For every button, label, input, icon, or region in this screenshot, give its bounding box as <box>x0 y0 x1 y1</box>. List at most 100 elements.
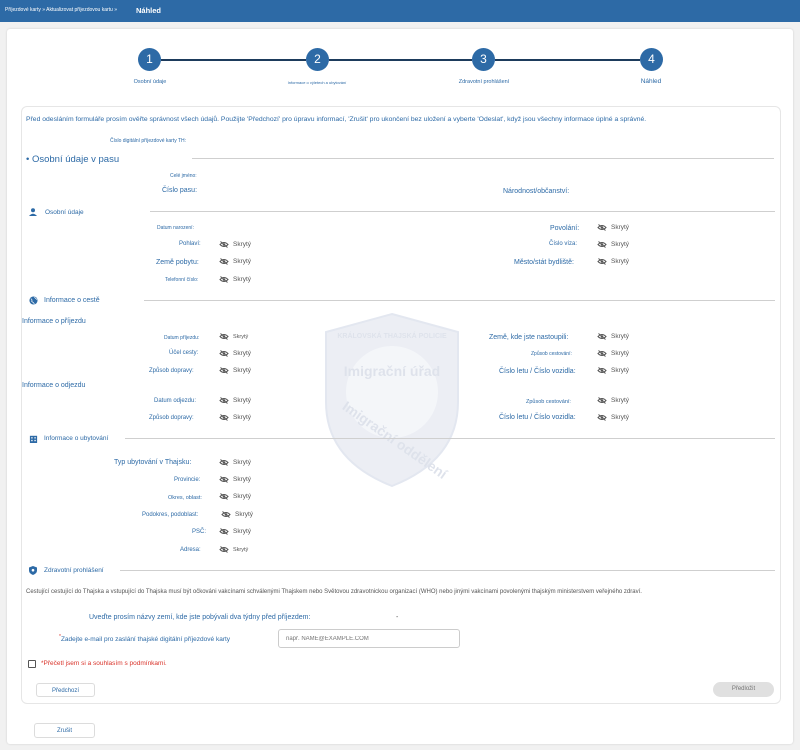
residence-country-label: Země pobytu: <box>156 259 199 266</box>
accommodation-type-value[interactable]: Skrytý <box>219 459 251 466</box>
step-2-circle[interactable]: 2 <box>306 48 329 71</box>
eye-off-icon <box>219 241 229 248</box>
transport-label: Způsob dopravy: <box>149 368 194 374</box>
residence-city-label: Město/stát bydliště: <box>514 259 574 266</box>
eye-off-icon <box>597 397 607 404</box>
eye-off-icon <box>219 350 229 357</box>
arrival-date-value[interactable]: Skrytý <box>219 333 248 340</box>
residence-city-value[interactable]: Skrytý <box>597 258 629 265</box>
divider <box>120 570 775 571</box>
divider <box>144 300 775 301</box>
step-1-circle[interactable]: 1 <box>138 48 161 71</box>
purpose-value[interactable]: Skrytý <box>219 350 251 357</box>
dep-flight-value[interactable]: Skrytý <box>597 414 629 421</box>
subdistrict-value[interactable]: Skrytý <box>221 511 253 518</box>
eye-off-icon <box>219 493 229 500</box>
eye-off-icon <box>597 414 607 421</box>
gender-value[interactable]: Skrytý <box>219 241 251 248</box>
eye-off-icon <box>597 258 607 265</box>
step-3-circle[interactable]: 3 <box>472 48 495 71</box>
divider <box>192 158 774 159</box>
person-icon <box>29 208 37 216</box>
shield-icon <box>29 566 37 575</box>
globe-icon <box>29 296 38 305</box>
gender-label: Pohlaví: <box>179 241 201 247</box>
accommodation-section-title: Informace o ubytování <box>44 435 109 442</box>
stepper-connector <box>329 59 472 61</box>
dep-travel-mode-label: Způsob cestování: <box>526 399 571 405</box>
step-4-circle[interactable]: 4 <box>640 48 663 71</box>
flight-label: Číslo letu / Číslo vozidla: <box>499 368 576 375</box>
eye-off-icon <box>219 476 229 483</box>
building-icon <box>29 435 38 443</box>
full-name-label: Celé jméno: <box>170 173 197 179</box>
departure-subtitle: Informace o odjezdu <box>22 382 86 389</box>
dep-flight-label: Číslo letu / Číslo vozidla: <box>499 414 576 421</box>
travel-mode-value[interactable]: Skrytý <box>597 350 629 357</box>
eye-off-icon <box>219 459 229 466</box>
eye-off-icon <box>219 414 229 421</box>
residence-country-value[interactable]: Skrytý <box>219 258 251 265</box>
countries-value: - <box>396 614 399 621</box>
travel-mode-label: Způsob cestování: <box>531 351 572 357</box>
transport-value[interactable]: Skrytý <box>219 367 251 374</box>
dob-label: Datum narození: <box>157 225 194 231</box>
eye-off-icon <box>219 276 229 283</box>
email-input[interactable] <box>278 629 460 648</box>
health-section-title: Zdravotní prohlášení <box>44 567 104 574</box>
visa-label: Číslo víza: <box>549 241 578 247</box>
passport-title: Osobní údaje v pasu <box>31 154 120 165</box>
card-number-label: Číslo digitální příjezdové karty TH: <box>110 138 187 144</box>
accommodation-type-label: Typ ubytování v Thajsku: <box>114 459 192 466</box>
stepper-connector <box>495 59 640 61</box>
divider <box>125 438 775 439</box>
step-1-label: Osobní údaje <box>133 79 167 85</box>
step-3-label: Zdravotní prohlášení <box>458 79 510 85</box>
district-label: Okres, oblast: <box>168 495 202 501</box>
boarded-country-value[interactable]: Skrytý <box>597 333 629 340</box>
email-label: *Zadejte e-mail pro zaslání thajské digi… <box>59 634 231 644</box>
visa-value[interactable]: Skrytý <box>597 241 629 248</box>
personal-section-title: Osobní údaje <box>45 209 84 216</box>
stepper-connector <box>161 59 306 61</box>
divider <box>150 211 775 212</box>
immigration-seal-watermark: KRÁLOVSKÁ THAJSKÁ POLICIE Imigrační úřad… <box>325 312 459 488</box>
district-value[interactable]: Skrytý <box>219 493 251 500</box>
eye-off-icon <box>221 511 231 518</box>
eye-off-icon <box>597 224 607 231</box>
eye-off-icon <box>219 333 229 340</box>
terms-checkbox[interactable] <box>28 660 36 668</box>
eye-off-icon <box>597 333 607 340</box>
province-value[interactable]: Skrytý <box>219 476 251 483</box>
nationality-label: Národnost/občanství: <box>503 188 570 195</box>
eye-off-icon <box>219 367 229 374</box>
passport-section-title: • Osobní údaje v pasu <box>26 154 120 165</box>
countries-label: Uveďte prosím názvy zemí, kde jste pobýv… <box>89 614 311 621</box>
dep-travel-mode-value[interactable]: Skrytý <box>597 397 629 404</box>
intro-text: Před odesláním formuláře prosím ověřte s… <box>26 116 647 123</box>
breadcrumb[interactable]: Příjezdové karty » Aktualizovat příjezdo… <box>5 7 117 13</box>
purpose-label: Účel cesty: <box>169 350 199 356</box>
svg-text:Imigrační úřad: Imigrační úřad <box>344 363 440 379</box>
zip-value[interactable]: Skrytý <box>219 528 251 535</box>
phone-label: Telefonní číslo: <box>165 277 199 283</box>
cancel-button[interactable]: Zrušit <box>34 723 95 738</box>
boarded-country-label: Země, kde jste nastoupili: <box>489 334 569 341</box>
eye-off-icon <box>219 546 229 553</box>
flight-value[interactable]: Skrytý <box>597 367 629 374</box>
passport-number-label: Číslo pasu: <box>162 187 198 194</box>
submit-button[interactable]: Předložit <box>713 682 774 697</box>
address-value[interactable]: Skrytý <box>219 546 248 553</box>
travel-section-title: Informace o cestě <box>44 297 100 304</box>
step-2-label: Informace o výletech a ubytování <box>287 80 347 85</box>
phone-value[interactable]: Skrytý <box>219 276 251 283</box>
health-notice: Cestující cestující do Thajska a vstupuj… <box>26 589 642 595</box>
top-app-bar: Příjezdové karty » Aktualizovat příjezdo… <box>0 0 800 22</box>
eye-off-icon <box>597 350 607 357</box>
departure-date-value[interactable]: Skrytý <box>219 397 251 404</box>
occupation-value[interactable]: Skrytý <box>597 224 629 231</box>
previous-button[interactable]: Předchozí <box>36 683 95 697</box>
dep-transport-value[interactable]: Skrytý <box>219 414 251 421</box>
province-label: Provincie: <box>174 477 201 483</box>
terms-label[interactable]: *Přečetl jsem si a souhlasím s podmínkam… <box>41 660 167 667</box>
